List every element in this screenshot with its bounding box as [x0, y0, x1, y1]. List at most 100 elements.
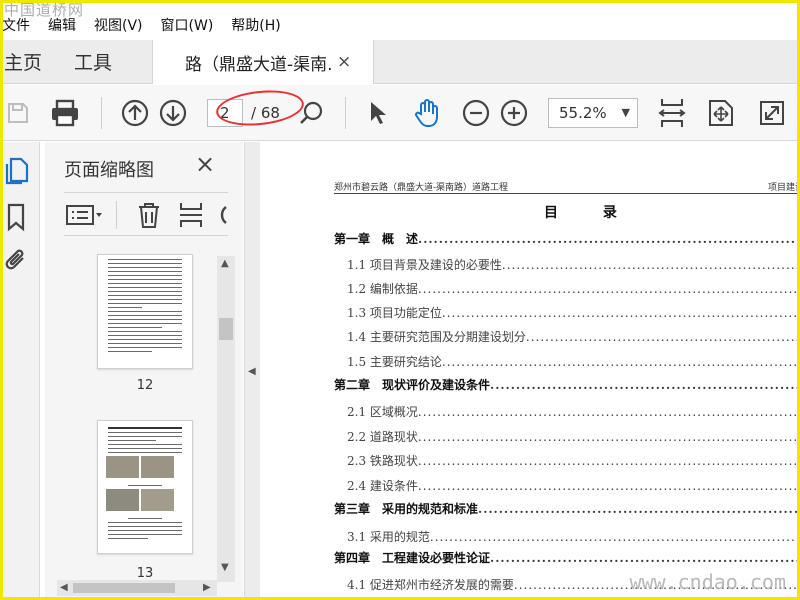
toolbar: 2 / 68 55.2% ▼	[0, 85, 800, 141]
toc-leader-dots: ........................................…	[490, 378, 800, 392]
toc-leader-dots: ........................................…	[478, 502, 800, 516]
menu-help[interactable]: 帮助(H)	[222, 15, 289, 35]
toc-leader-dots: ........................................…	[417, 479, 800, 493]
next-page-button[interactable]	[158, 97, 188, 129]
toc-entry-text: 1.2 编制依据	[347, 282, 418, 296]
toc-section-entry[interactable]: 1.3 项目功能定位..............................…	[334, 304, 800, 322]
scroll-right-icon[interactable]: ▶	[203, 582, 211, 593]
toc-chapter-entry[interactable]: 第二章 现状评价及建设条件...........................…	[334, 376, 800, 394]
close-icon[interactable]: ×	[337, 52, 351, 72]
page-thumbnails-icon[interactable]	[4, 156, 30, 190]
toc-entry-text: 第三章 采用的规范和标准	[334, 502, 479, 516]
toc-section-entry[interactable]: 3.1 采用的规范...............................…	[334, 528, 800, 546]
document-view[interactable]: 郑州市碧云路（鼎盛大道-渠南路）道路工程 项目建议 目 录 第一章 概 述...…	[260, 142, 800, 600]
toolbar-separator	[345, 97, 346, 129]
toc-section-entry[interactable]: 1.5 主要研究结论..............................…	[334, 353, 800, 371]
rotate-icon	[220, 206, 227, 224]
printer-icon	[52, 99, 78, 127]
scrollbar-thumb[interactable]	[219, 318, 233, 340]
full-screen-button[interactable]	[756, 97, 788, 129]
toc-leader-dots: ........................................…	[417, 430, 800, 444]
page-thumbnail-13[interactable]	[97, 420, 193, 554]
toc-section-entry[interactable]: 1.1 项目背景及建设的必要性.........................…	[334, 256, 800, 274]
caret-down-icon: ▼	[621, 106, 630, 119]
toc-title: 目 录	[544, 205, 637, 221]
expand-icon	[760, 101, 784, 125]
thumbnails-horizontal-scrollbar[interactable]: ◀ ▶	[57, 580, 217, 596]
toc-chapter-entry[interactable]: 第三章 采用的规范和标准............................…	[334, 500, 800, 518]
print-button[interactable]	[48, 97, 82, 129]
toc-entry-text: 2.2 道路现状	[347, 430, 418, 444]
thumbnails-panel-title: 页面缩略图	[64, 160, 154, 181]
toc-section-entry[interactable]: 1.2 编制依据................................…	[334, 280, 800, 298]
toc-chapter-entry[interactable]: 第四章 工程建设必要性论证...........................…	[334, 549, 800, 567]
thumbnails-vertical-scrollbar[interactable]: ▲ ▼	[217, 256, 235, 582]
minus-circle-icon	[462, 99, 490, 127]
trash-icon	[139, 203, 159, 228]
scroll-down-icon[interactable]: ▼	[221, 562, 229, 573]
hand-icon	[415, 99, 438, 127]
scroll-up-icon[interactable]: ▲	[221, 258, 229, 269]
toc-section-entry[interactable]: 2.3 铁路现状................................…	[334, 452, 800, 470]
bookmark-icon[interactable]	[4, 202, 28, 236]
header-left-text: 郑州市碧云路（鼎盛大道-渠南路）道路工程	[334, 183, 509, 193]
menu-bar: 文件 编辑 视图(V) 窗口(W) 帮助(H)	[0, 13, 800, 37]
arrow-down-circle-icon	[159, 99, 187, 127]
tab-bar: 主页 工具 路（鼎盛大道-渠南... ×	[0, 40, 800, 84]
toc-leader-dots: ........................................…	[441, 306, 800, 320]
toolbar-separator	[116, 201, 117, 229]
thumbnail-photo-row	[98, 486, 192, 515]
toc-section-entry[interactable]: 1.4 主要研究范围及分期建设划分.......................…	[334, 328, 800, 346]
insert-page-button[interactable]	[178, 201, 204, 233]
hand-tool-button[interactable]	[410, 97, 444, 129]
menu-window[interactable]: 窗口(W)	[152, 15, 223, 35]
toc-entry-text: 第一章 概 述	[334, 232, 419, 246]
previous-page-button[interactable]	[120, 97, 150, 129]
toc-entry-text: 1.3 项目功能定位	[347, 306, 442, 320]
attachment-icon[interactable]	[4, 246, 30, 280]
rotate-view-button[interactable]	[705, 97, 737, 129]
scroll-left-icon[interactable]: ◀	[60, 582, 68, 593]
thumbnails-toolbar	[64, 192, 228, 236]
delete-page-button[interactable]	[136, 201, 162, 233]
toc-chapter-entry[interactable]: 第一章 概 述.................................…	[334, 230, 800, 248]
toc-entry-text: 3.1 采用的规范	[347, 530, 430, 544]
toc-leader-dots: ........................................…	[417, 405, 800, 419]
header-right-text: 项目建议	[767, 183, 800, 193]
toc-entry-text: 2.4 建设条件	[347, 479, 418, 493]
toc-section-entry[interactable]: 2.2 道路现状................................…	[334, 428, 800, 446]
tab-tools[interactable]: 工具	[60, 48, 130, 75]
save-icon	[8, 103, 28, 123]
document-running-header: 郑州市碧云路（鼎盛大道-渠南路）道路工程 项目建议	[334, 180, 800, 194]
thumbnail-photo-row	[98, 453, 192, 482]
page-thumbnail-label: 13	[136, 566, 154, 581]
rotate-page-button[interactable]	[214, 201, 228, 233]
toc-entry-text: 第二章 现状评价及建设条件	[334, 378, 491, 392]
toc-section-entry[interactable]: 2.4 建设条件................................…	[334, 477, 800, 495]
thumbnails-panel: 页面缩略图 × 12 13 ▲ ▼ ◀ ▶	[45, 142, 243, 600]
close-icon[interactable]: ×	[195, 150, 215, 178]
scrollbar-thumb[interactable]	[73, 583, 175, 593]
select-tool-button[interactable]	[364, 97, 392, 129]
toc-section-entry[interactable]: 2.1 区域概况................................…	[334, 403, 800, 421]
caret-left-icon: ◀	[248, 366, 256, 377]
toc-leader-dots: ........................................…	[441, 355, 800, 369]
toc-leader-dots: ........................................…	[490, 551, 800, 565]
tab-document[interactable]: 路（鼎盛大道-渠南... ×	[152, 40, 374, 84]
panel-collapse-handle[interactable]: ◀	[244, 142, 260, 600]
zoom-in-button[interactable]	[499, 97, 529, 129]
zoom-level-value: 55.2%	[559, 104, 607, 122]
toc-entry-text: 1.4 主要研究范围及分期建设划分	[347, 330, 526, 344]
zoom-out-button[interactable]	[461, 97, 491, 129]
tab-home[interactable]: 主页	[0, 48, 60, 75]
toc-entry-text: 2.1 区域概况	[347, 405, 418, 419]
toc-entry-text: 1.5 主要研究结论	[347, 355, 442, 369]
menu-view[interactable]: 视图(V)	[85, 15, 152, 35]
fit-page-button[interactable]	[656, 97, 688, 129]
page-thumbnail-12[interactable]	[97, 254, 193, 369]
thumbnail-options-button[interactable]	[66, 203, 104, 231]
toc-leader-dots: ........................................…	[501, 258, 800, 272]
zoom-level-dropdown[interactable]: 55.2% ▼	[548, 98, 638, 128]
save-button[interactable]	[4, 97, 32, 129]
toc-leader-dots: ........................................…	[525, 330, 800, 344]
